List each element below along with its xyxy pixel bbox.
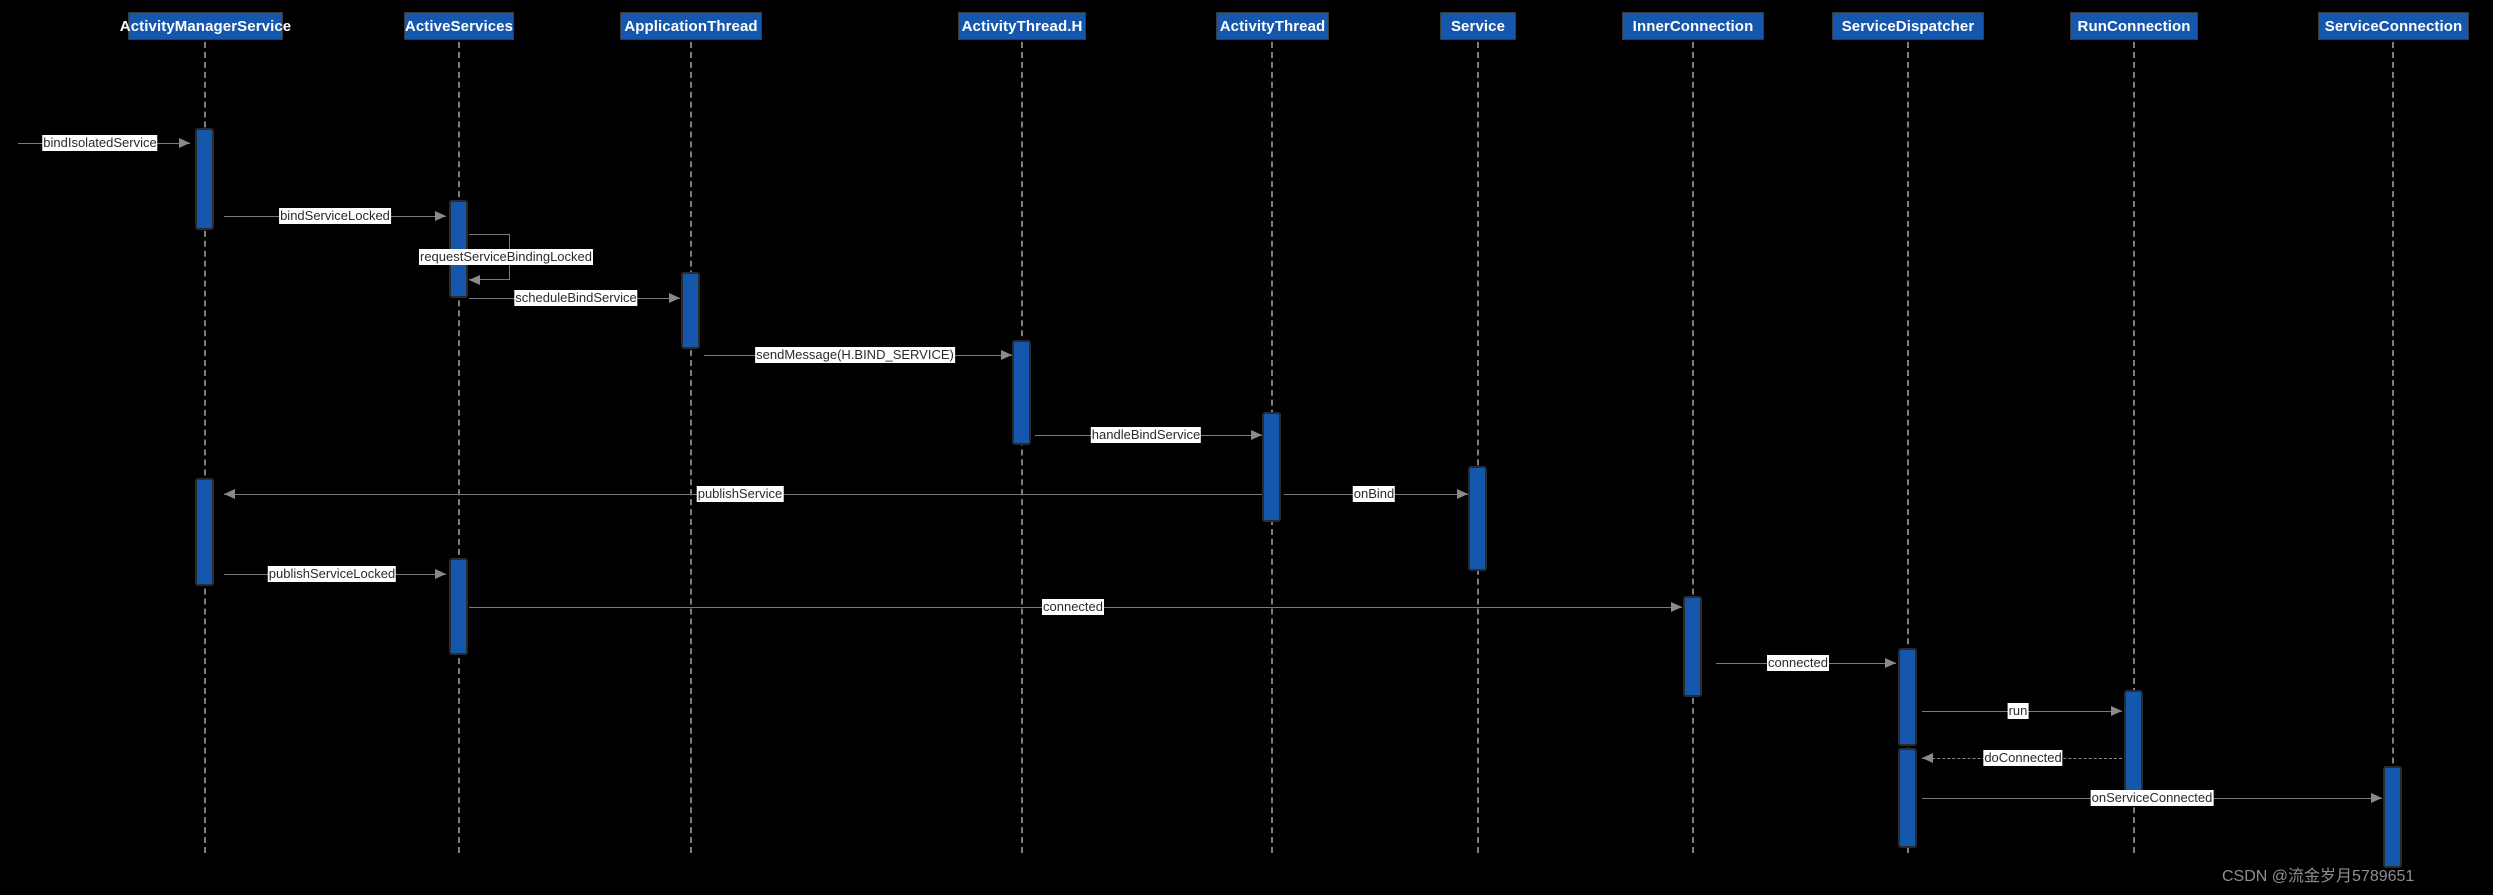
participant-svc[interactable]: Service: [1440, 12, 1516, 40]
message-label-m3: requestServiceBindingLocked: [419, 249, 593, 265]
arrow-head-m14: [2371, 793, 2382, 803]
participant-label: ActivityManagerService: [119, 17, 292, 35]
lifeline-sc: [2392, 42, 2394, 853]
sequence-diagram-canvas: bindIsolatedService bindServiceLocked requ…: [0, 0, 2493, 895]
lifeline-as: [458, 42, 460, 853]
participant-label: ActivityThread.H: [961, 17, 1083, 35]
participant-label: ActiveServices: [404, 17, 514, 35]
participant-ic[interactable]: InnerConnection: [1622, 12, 1764, 40]
message-label-m7: onBind: [1352, 486, 1396, 502]
participant-label: ApplicationThread: [624, 17, 758, 35]
message-label-m1: bindIsolatedService: [42, 135, 158, 151]
arrow-head-m10: [1671, 602, 1682, 612]
participant-label: ServiceConnection: [2324, 17, 2463, 35]
arrow-head-m5: [1001, 350, 1012, 360]
watermark-label: CSDN @流金岁月5789651: [2222, 868, 2415, 885]
message-label-m14: onServiceConnected: [2090, 790, 2214, 806]
participant-at[interactable]: ApplicationThread: [620, 12, 762, 40]
arrow-head-m8: [224, 489, 235, 499]
activation-bar-svc: [1468, 466, 1487, 571]
lifeline-svc: [1477, 42, 1479, 853]
activation-bar-ic: [1683, 596, 1702, 697]
activation-bar-actt: [1262, 412, 1281, 522]
arrow-head-m13: [1922, 753, 1933, 763]
participant-label: ActivityThread: [1219, 17, 1326, 35]
activation-bar-rc: [2124, 690, 2143, 793]
message-label-m12: run: [2007, 703, 2029, 719]
arrow-head-m12: [2111, 706, 2122, 716]
participant-actt[interactable]: ActivityThread: [1216, 12, 1329, 40]
participant-rc[interactable]: RunConnection: [2070, 12, 2198, 40]
message-label-m6: handleBindService: [1090, 427, 1202, 443]
lifeline-ic: [1692, 42, 1694, 853]
activation-bar-sd: [1898, 748, 1917, 848]
activation-bar-as: [449, 558, 468, 655]
message-label-m8: publishService: [696, 486, 784, 502]
lifeline-at: [690, 42, 692, 853]
participant-label: RunConnection: [2077, 17, 2191, 35]
arrow-head-m3: [469, 275, 480, 285]
arrow-head-m2: [435, 211, 446, 221]
activation-bar-sc: [2383, 766, 2402, 868]
arrow-head-m9: [435, 569, 446, 579]
activation-bar-sd: [1898, 648, 1917, 746]
arrow-head-m1: [179, 138, 190, 148]
activation-bar-ams: [195, 478, 214, 586]
participant-ams[interactable]: ActivityManagerService: [120, 12, 291, 40]
activation-bar-ams: [195, 128, 214, 230]
message-label-m5: sendMessage(H.BIND_SERVICE): [755, 347, 955, 363]
participant-ath[interactable]: ActivityThread.H: [958, 12, 1086, 40]
participant-label: ServiceDispatcher: [1841, 17, 1975, 35]
participant-label: Service: [1450, 17, 1506, 35]
activation-bar-ath: [1012, 340, 1031, 445]
participant-label: InnerConnection: [1632, 17, 1754, 35]
participant-sd[interactable]: ServiceDispatcher: [1832, 12, 1984, 40]
arrow-head-m4: [669, 293, 680, 303]
lifeline-ath: [1021, 42, 1023, 853]
participant-sc[interactable]: ServiceConnection: [2318, 12, 2469, 40]
message-label-m9: publishServiceLocked: [267, 566, 397, 582]
activation-bar-at: [681, 272, 700, 349]
message-label-m10: connected: [1042, 599, 1104, 615]
message-label-m4: scheduleBindService: [514, 290, 638, 306]
participant-as[interactable]: ActiveServices: [404, 12, 514, 40]
message-label-m13: doConnected: [1983, 750, 2063, 766]
message-label-m2: bindServiceLocked: [279, 208, 391, 224]
arrow-head-m11: [1885, 658, 1896, 668]
arrow-head-m7: [1457, 489, 1468, 499]
arrow-head-m6: [1251, 430, 1262, 440]
message-label-m11: connected: [1767, 655, 1829, 671]
